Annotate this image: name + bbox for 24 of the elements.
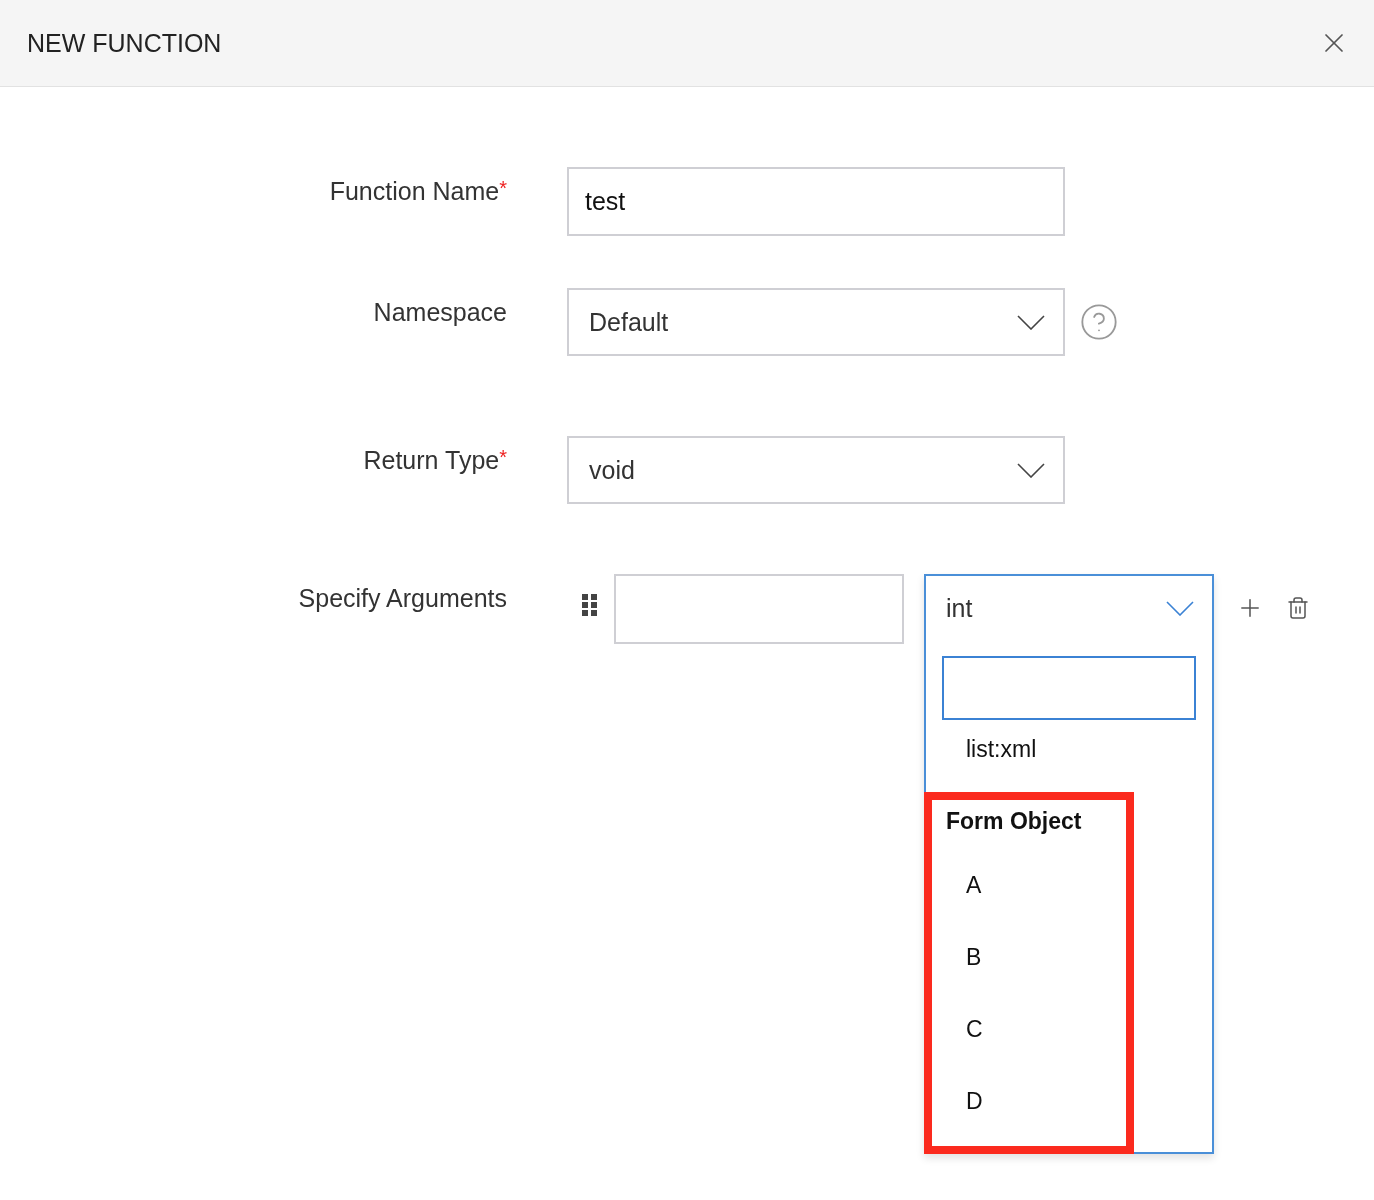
chevron-icon [1017, 314, 1045, 330]
dialog-title: NEW FUNCTION [27, 28, 222, 58]
group-label: Form Object [945, 807, 1083, 836]
field-label: Specify Arguments [297, 583, 507, 613]
help-icon[interactable] [1079, 302, 1119, 342]
dropdown-option[interactable]: C [926, 992, 1212, 1064]
field-label: Namespace [372, 297, 507, 327]
argument-name-field[interactable] [614, 574, 904, 644]
chevron-icon [1017, 462, 1045, 478]
select-field[interactable]: Default [567, 288, 1065, 356]
dropdown-option[interactable]: list:xml [926, 720, 1212, 776]
delete-button[interactable] [1286, 596, 1310, 620]
trash-icon [1286, 596, 1310, 620]
field-label: Function Name* [328, 176, 507, 206]
type-select[interactable]: int [926, 576, 1212, 641]
select-field[interactable]: void [567, 436, 1065, 504]
field-label: Return Type* [362, 445, 507, 475]
chevron-icon [1166, 601, 1194, 616]
drag-handle-icon[interactable] [582, 594, 598, 616]
text-field[interactable]: test [567, 167, 1065, 236]
search-field[interactable] [942, 656, 1196, 720]
dropdown-option[interactable]: B [926, 920, 1212, 992]
dropdown-option[interactable]: A [926, 848, 1212, 920]
dropdown-option[interactable]: D [926, 1064, 1212, 1136]
